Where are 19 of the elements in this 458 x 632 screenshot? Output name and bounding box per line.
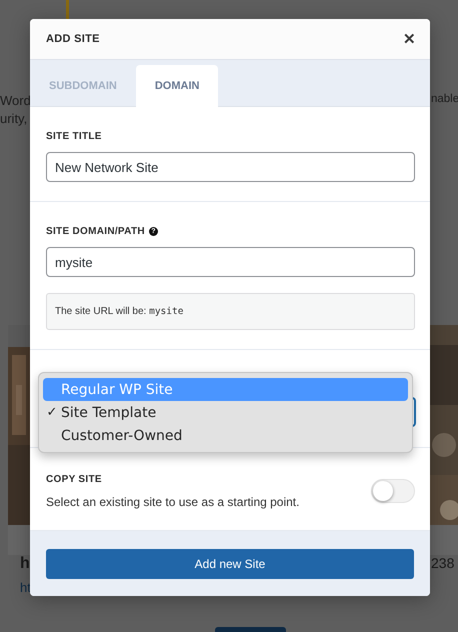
toggle-switch[interactable] (371, 479, 415, 503)
tab[interactable]: DOMAIN (136, 65, 218, 107)
field-label: SITE TITLE (46, 131, 103, 142)
card-title: 238 (431, 555, 454, 571)
card-title: h (20, 555, 30, 573)
menu-option[interactable]: ✓ Site Template (43, 401, 408, 424)
add-site-button[interactable]: Add new Site (46, 549, 414, 579)
menu-option[interactable]: Customer-Owned (43, 424, 408, 447)
close-button[interactable]: ✕ (403, 30, 416, 48)
dialog-title: ADD SITE (46, 33, 100, 45)
field-description: Select an existing site to use as a starting point. (46, 494, 300, 508)
site-title-field[interactable]: New Network Site (46, 152, 415, 182)
domain-field[interactable]: mysite (46, 247, 415, 277)
page-text: urity, (0, 111, 28, 126)
url-preview: The site URL will be: mysite (46, 293, 415, 330)
page-text: Word (0, 93, 31, 108)
field-label: SITE DOMAIN/PATH (46, 226, 145, 237)
field-label: COPY SITE (46, 474, 103, 484)
check-icon: ✓ (46, 405, 58, 420)
